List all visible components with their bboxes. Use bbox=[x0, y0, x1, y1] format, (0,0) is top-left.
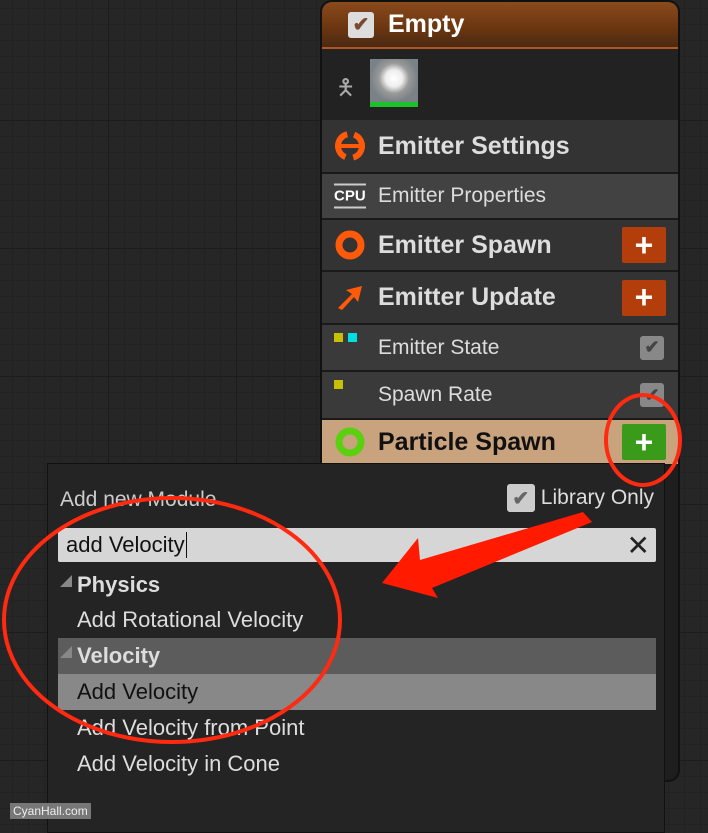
collapse-triangle-icon[interactable] bbox=[60, 646, 72, 658]
emitter-state-checkbox[interactable]: ✔ bbox=[640, 335, 664, 360]
yellow-marker-icon bbox=[334, 333, 343, 342]
library-only-label: Library Only bbox=[540, 486, 654, 509]
ring-icon bbox=[335, 427, 365, 457]
emitter-settings-icon bbox=[335, 131, 365, 161]
emitter-thumbnail[interactable] bbox=[370, 59, 418, 107]
category-label: Physics bbox=[77, 572, 161, 597]
spawn-rate-checkbox[interactable]: ✔ bbox=[640, 383, 664, 407]
cyan-marker-icon bbox=[348, 333, 357, 342]
library-only-checkbox[interactable]: ✔ bbox=[506, 484, 535, 512]
emitter-properties-row[interactable]: CPU Emitter Properties bbox=[322, 174, 678, 220]
list-item[interactable]: Add Velocity in Cone bbox=[58, 746, 656, 782]
emitter-state-row[interactable]: Emitter State ✔ bbox=[322, 325, 678, 372]
module-search-input[interactable]: add Velocity ✕ bbox=[58, 528, 656, 562]
collapse-triangle-icon[interactable] bbox=[60, 575, 72, 587]
person-icon: 🯅 bbox=[336, 75, 356, 100]
row-label: Emitter Properties bbox=[378, 184, 547, 207]
row-label: Emitter Settings bbox=[378, 131, 570, 160]
text-caret bbox=[185, 532, 187, 558]
library-only-toggle[interactable]: ✔ Library Only bbox=[506, 484, 654, 512]
emitter-spawn-row[interactable]: Emitter Spawn + bbox=[322, 220, 678, 272]
clear-search-icon[interactable]: ✕ bbox=[627, 529, 650, 562]
watermark: CyanHall.com bbox=[10, 803, 91, 819]
arrow-up-right-icon bbox=[338, 285, 362, 310]
row-label: Emitter Spawn bbox=[378, 230, 552, 259]
emitter-settings-row[interactable]: Emitter Settings bbox=[322, 120, 678, 174]
emitter-title: Empty bbox=[388, 10, 465, 38]
add-emitter-update-module-button[interactable]: + bbox=[622, 279, 666, 316]
row-label: Emitter Update bbox=[378, 283, 556, 311]
row-label: Emitter State bbox=[378, 335, 500, 359]
ring-icon bbox=[335, 230, 365, 260]
category-velocity[interactable]: Velocity bbox=[58, 638, 656, 674]
particle-spawn-row[interactable]: Particle Spawn + bbox=[322, 420, 678, 466]
yellow-marker-icon bbox=[334, 380, 343, 389]
emitter-update-row[interactable]: Emitter Update + bbox=[322, 272, 678, 325]
emitter-thumbnail-row: 🯅 bbox=[322, 49, 678, 120]
item-label: Add Velocity bbox=[77, 679, 199, 704]
list-item[interactable]: Add Velocity from Point bbox=[58, 710, 656, 746]
add-module-popup: Add new Module ✔ Library Only add Veloci… bbox=[47, 463, 665, 833]
search-value: add Velocity bbox=[66, 532, 185, 557]
list-item[interactable]: Add Rotational Velocity bbox=[58, 602, 656, 638]
list-item-selected[interactable]: Add Velocity bbox=[58, 674, 656, 710]
cpu-icon: CPU bbox=[334, 183, 366, 209]
add-emitter-spawn-module-button[interactable]: + bbox=[622, 227, 666, 263]
item-label: Add Velocity from Point bbox=[77, 715, 305, 740]
row-label: Particle Spawn bbox=[378, 427, 556, 456]
popup-title: Add new Module bbox=[60, 488, 217, 511]
category-physics[interactable]: Physics bbox=[58, 567, 656, 603]
emitter-enabled-checkbox[interactable]: ✔ bbox=[348, 11, 374, 38]
add-particle-spawn-module-button[interactable]: + bbox=[622, 424, 666, 460]
row-label: Spawn Rate bbox=[378, 383, 493, 406]
item-label: Add Velocity in Cone bbox=[77, 751, 281, 776]
emitter-header[interactable]: ✔ Empty bbox=[322, 2, 678, 49]
item-label: Add Rotational Velocity bbox=[77, 607, 304, 632]
spawn-rate-row[interactable]: Spawn Rate ✔ bbox=[322, 372, 678, 420]
category-label: Velocity bbox=[77, 643, 161, 668]
